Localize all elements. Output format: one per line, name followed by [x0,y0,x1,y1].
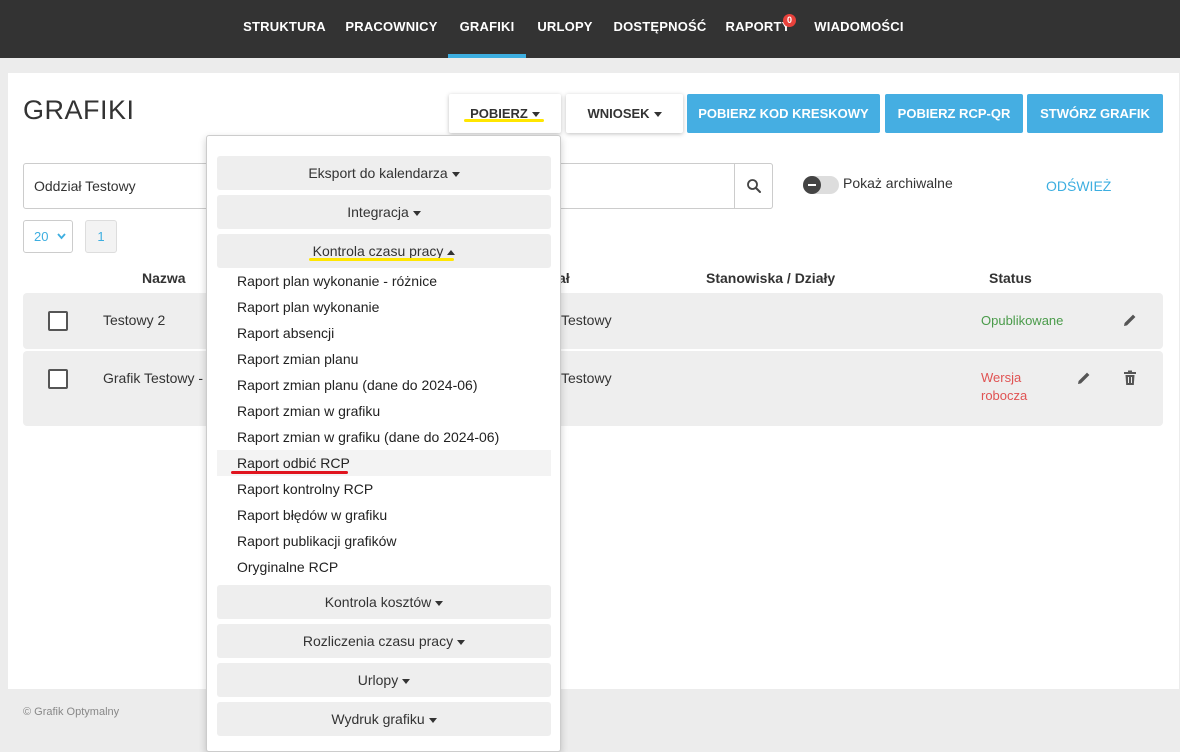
row-name: Testowy 2 [103,312,166,328]
top-navigation: STRUKTURA PRACOWNICY GRAFIKI URLOPY DOST… [0,0,1180,58]
highlight-underline-odbic-rcp [231,471,348,474]
menu-item-raport[interactable]: Raport zmian w grafiku (dane do 2024-06) [217,424,551,450]
nav-item-struktura[interactable]: STRUKTURA [237,0,332,58]
menu-section-eksport-kalendarz[interactable]: Eksport do kalendarza [217,156,551,190]
menu-item-raport[interactable]: Raport kontrolny RCP [217,476,551,502]
notification-badge: 0 [783,14,796,27]
highlight-underline-pobierz [464,119,544,122]
column-header-name[interactable]: Nazwa [142,270,186,286]
caret-down-icon [402,678,411,684]
nav-item-raporty[interactable]: RAPORTY [724,0,792,58]
per-page-value: 20 [34,229,49,244]
row-unit: Testowy [561,312,612,328]
menu-item-raport[interactable]: Raport zmian planu (dane do 2024-06) [217,372,551,398]
menu-item-raport[interactable]: Raport plan wykonanie [217,294,551,320]
show-archived-label: Pokaż archiwalne [843,175,953,191]
page-title: GRAFIKI [23,95,135,125]
caret-down-icon [451,171,460,177]
caret-down-icon [457,639,466,645]
pobierz-button[interactable]: POBIERZ [449,94,561,133]
section-label: Wydruk grafiku [331,711,425,727]
column-header-status[interactable]: Status [989,270,1032,286]
pobierz-rcp-qr-button[interactable]: POBIERZ RCP-QR [885,94,1023,133]
nav-item-dostepnosc[interactable]: DOSTĘPNOŚĆ [608,0,712,58]
nav-item-wiadomosci[interactable]: WIADOMOŚCI [806,0,912,58]
row-name: Grafik Testowy - S [103,370,217,386]
caret-down-icon [435,600,444,606]
edit-icon[interactable] [1120,310,1140,330]
caret-down-icon [412,210,421,216]
menu-section-rozliczenia[interactable]: Rozliczenia czasu pracy [217,624,551,658]
pobierz-kod-kreskowy-button[interactable]: POBIERZ KOD KRESKOWY [687,94,880,133]
edit-icon[interactable] [1074,368,1094,388]
nav-item-raporty-wrap[interactable]: RAPORTY 0 [724,0,796,58]
menu-section-urlopy[interactable]: Urlopy [217,663,551,697]
table-row[interactable]: Grafik Testowy - S Testowy Wersja robocz… [23,351,1163,426]
menu-section-integracja[interactable]: Integracja [217,195,551,229]
section-label: Urlopy [357,672,399,688]
wniosek-button[interactable]: WNIOSEK [566,94,683,133]
wniosek-label: WNIOSEK [587,106,650,121]
section-label: Eksport do kalendarza [308,165,448,181]
menu-item-raport[interactable]: Raport plan wykonanie - różnice [217,268,551,294]
section-label: Kontrola kosztów [324,594,432,610]
menu-section-wydruk-grafiku[interactable]: Wydruk grafiku [217,702,551,736]
refresh-link[interactable]: ODŚWIEŻ [1046,178,1111,194]
nav-item-urlopy[interactable]: URLOPY [530,0,600,58]
menu-item-raport[interactable]: Raport publikacji grafików [217,528,551,554]
search-button[interactable] [734,163,773,209]
row-unit: Testowy [561,370,612,386]
menu-item-raport[interactable]: Raport zmian planu [217,346,551,372]
menu-item-raport[interactable]: Raport błędów w grafiku [217,502,551,528]
menu-section-kontrola-czasu-pracy[interactable]: Kontrola czasu pracy [217,234,551,268]
section-label: Kontrola czasu pracy [312,243,444,259]
per-page-select[interactable]: 20 [23,220,73,253]
row-checkbox[interactable] [48,369,68,389]
trash-icon[interactable] [1120,368,1140,388]
section-label: Rozliczenia czasu pracy [302,633,454,649]
menu-item-oryginalne-rcp[interactable]: Oryginalne RCP [217,554,551,580]
chevron-down-icon [653,112,662,118]
row-checkbox[interactable] [48,311,68,331]
section-label: Integracja [347,204,409,220]
chevron-down-icon [531,112,540,118]
status-line-2: robocza [981,388,1028,403]
menu-item-raport[interactable]: Raport zmian w grafiku [217,398,551,424]
pobierz-dropdown-menu: Eksport do kalendarza Integracja Kontrol… [206,135,561,752]
status-line-1: Wersja [981,370,1022,385]
search-icon [746,179,761,193]
column-header-positions[interactable]: Stanowiska / Działy [706,270,835,286]
menu-section-kontrola-kosztow[interactable]: Kontrola kosztów [217,585,551,619]
nav-item-grafiki[interactable]: GRAFIKI [448,0,526,58]
stworz-grafik-button[interactable]: STWÓRZ GRAFIK [1027,94,1163,133]
status-badge: Opublikowane [981,313,1064,328]
table-row[interactable]: Testowy 2 Testowy Opublikowane [23,293,1163,349]
main-panel: GRAFIKI POBIERZ WNIOSEK POBIERZ KOD KRES… [8,73,1179,689]
toggle-knob [803,176,821,194]
footer-copyright: © Grafik Optymalny [23,706,120,718]
status-badge: Wersja robocza [981,369,1027,405]
highlight-underline-kontrola [309,258,454,261]
caret-up-icon [447,249,456,255]
show-archived-toggle[interactable] [803,176,839,194]
chevron-down-icon [57,233,66,240]
pagination-page-1[interactable]: 1 [85,220,117,253]
menu-item-raport[interactable]: Raport absencji [217,320,551,346]
nav-item-pracownicy[interactable]: PRACOWNICY [340,0,443,58]
caret-down-icon [428,717,437,723]
